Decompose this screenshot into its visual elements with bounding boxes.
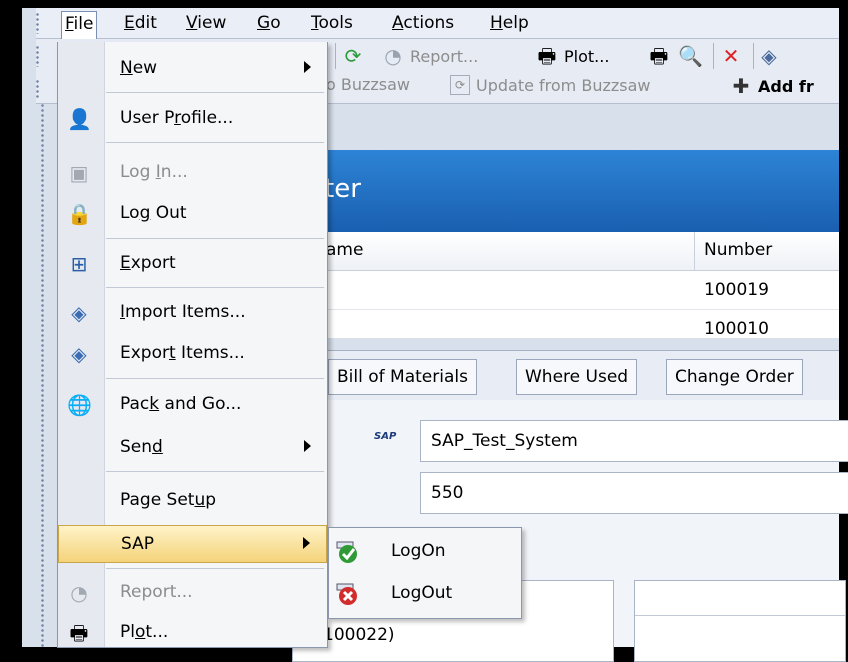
menu-item-new[interactable]: New (58, 50, 327, 88)
menu-item-export[interactable]: ⊞ Export (58, 245, 327, 283)
panel-divider (635, 615, 845, 616)
menu-separator (106, 142, 324, 143)
export-items-icon: ◈ (71, 342, 87, 366)
sap-client-field[interactable]: 550 (420, 472, 848, 514)
toolbar-separator (713, 43, 714, 69)
export-icon: ⊞ (70, 252, 88, 276)
user-icon: 👤 (67, 107, 92, 131)
menu-separator (106, 92, 324, 93)
panel-title-bar: ter (322, 150, 839, 232)
menu-edit[interactable]: Edit (124, 13, 157, 33)
print-button[interactable]: 🖶 (648, 45, 670, 67)
import-items-icon: ◈ (71, 301, 87, 325)
clock-icon: ◔ (384, 44, 402, 68)
column-divider (694, 232, 695, 270)
print-preview-icon: 🔍 (678, 44, 703, 68)
toolbar-separator (335, 43, 336, 69)
menu-separator (106, 378, 324, 379)
refresh-button[interactable]: ⟳ (342, 45, 364, 67)
plot-button[interactable]: 🖶 Plot... (536, 44, 610, 68)
tab-strip: Bill of Materials Where Used Change Orde… (322, 350, 839, 402)
panel-title: ter (324, 174, 361, 204)
sap-submenu: LogOn LogOut (328, 527, 522, 619)
menu-item-user-profile[interactable]: 👤 User Profile... (58, 100, 327, 138)
row-number: 100010 (704, 319, 769, 338)
buzzsaw-button[interactable]: o Buzzsaw (326, 75, 410, 94)
menu-separator (106, 471, 324, 472)
menu-file[interactable]: File (61, 11, 98, 41)
sap-system-field[interactable]: SAP_Test_System (420, 420, 848, 462)
logon-check-icon (336, 541, 357, 563)
column-header-name[interactable]: ame (326, 240, 363, 260)
grid-header: ame Number (322, 232, 839, 271)
menu-bar: File Edit View Go Tools Actions Help (35, 8, 839, 41)
pack-and-go-icon: 🌐 (67, 393, 92, 417)
logout-label: LogOut (391, 583, 453, 603)
logout-x-icon (336, 583, 357, 605)
menu-item-page-setup[interactable]: Page Setup (58, 482, 327, 520)
menu-item-log-out[interactable]: 🔒 Log Out (58, 195, 327, 233)
update-from-buzzsaw-label: Update from Buzzsaw (476, 75, 651, 95)
printer-icon: 🖶 (69, 621, 89, 645)
login-icon: ▣ (69, 161, 89, 185)
toolbar-separator (753, 43, 754, 69)
add-icon: ✚ (732, 74, 750, 98)
tab-bill-of-materials[interactable]: Bill of Materials (328, 359, 477, 395)
sap-logo-icon: SAP (374, 431, 397, 442)
submenu-arrow-icon (304, 440, 311, 452)
menu-separator (106, 238, 324, 239)
menu-item-log-in[interactable]: ▣ Log In... (58, 154, 327, 192)
menu-item-logout[interactable]: LogOut (329, 574, 521, 614)
submenu-arrow-icon (304, 61, 311, 73)
buzzsaw-icon: ⟳ (450, 75, 470, 95)
plot-label: Plot... (564, 46, 610, 66)
menu-separator (106, 568, 324, 569)
printer-icon: 🖶 (537, 44, 557, 68)
tab-change-order[interactable]: Change Order (666, 359, 803, 395)
report-label: Report... (410, 46, 479, 66)
menu-view[interactable]: View (186, 13, 226, 33)
toolbar-overflow-button[interactable]: ◈ (758, 45, 780, 67)
file-menu: New 👤 User Profile... ▣ Log In... 🔒 Log … (57, 42, 328, 648)
submenu-arrow-icon (303, 537, 310, 549)
bottom-right-panel (634, 580, 846, 662)
menu-tools[interactable]: Tools (311, 13, 353, 33)
menu-item-sap[interactable]: SAP (58, 525, 327, 563)
menu-item-report[interactable]: ◔ Report... (58, 574, 327, 612)
add-from-button[interactable]: ✚ Add fr (730, 75, 814, 97)
menubar-grip (35, 12, 40, 34)
update-from-buzzsaw-button[interactable]: ⟳ Update from Buzzsaw (450, 75, 651, 95)
item-grid: ame Number 100019 100010 (322, 232, 839, 338)
menu-item-logon[interactable]: LogOn (329, 532, 521, 572)
logon-label: LogOn (391, 541, 446, 561)
table-row[interactable]: 100019 (322, 271, 839, 310)
tab-where-used[interactable]: Where Used (516, 359, 638, 395)
toolbar-grip-1 (35, 45, 40, 67)
menu-go[interactable]: Go (257, 13, 281, 33)
menu-item-export-items[interactable]: ◈ Export Items... (58, 335, 327, 373)
print-preview-button[interactable]: 🔍 (678, 44, 703, 68)
clock-icon: ◔ (70, 581, 88, 605)
printer-icon: 🖶 (649, 44, 669, 68)
row-number: 100019 (704, 280, 769, 300)
menu-actions[interactable]: Actions (392, 13, 454, 33)
menu-help[interactable]: Help (490, 13, 529, 33)
table-row[interactable]: 100010 (322, 310, 839, 338)
add-from-label: Add fr (758, 76, 814, 96)
logout-lock-icon: 🔒 (67, 202, 92, 226)
delete-icon: ✕ (722, 44, 740, 68)
buzzsaw-label: o Buzzsaw (326, 75, 411, 94)
toolbar-grip-2 (35, 79, 40, 99)
menu-item-import-items[interactable]: ◈ Import Items... (58, 294, 327, 332)
delete-button[interactable]: ✕ (720, 45, 742, 67)
tool-icon: ◈ (761, 44, 777, 68)
refresh-icon: ⟳ (344, 44, 362, 68)
menu-item-pack-and-go[interactable]: 🌐 Pack and Go... (58, 386, 327, 424)
menu-item-plot[interactable]: 🖶 Plot... (58, 614, 327, 652)
bottom-left-text: 100022) (323, 625, 395, 645)
menu-separator (106, 287, 324, 288)
report-button[interactable]: ◔ Report... (382, 45, 478, 67)
column-header-number[interactable]: Number (704, 240, 772, 260)
menu-item-send[interactable]: Send (58, 429, 327, 467)
